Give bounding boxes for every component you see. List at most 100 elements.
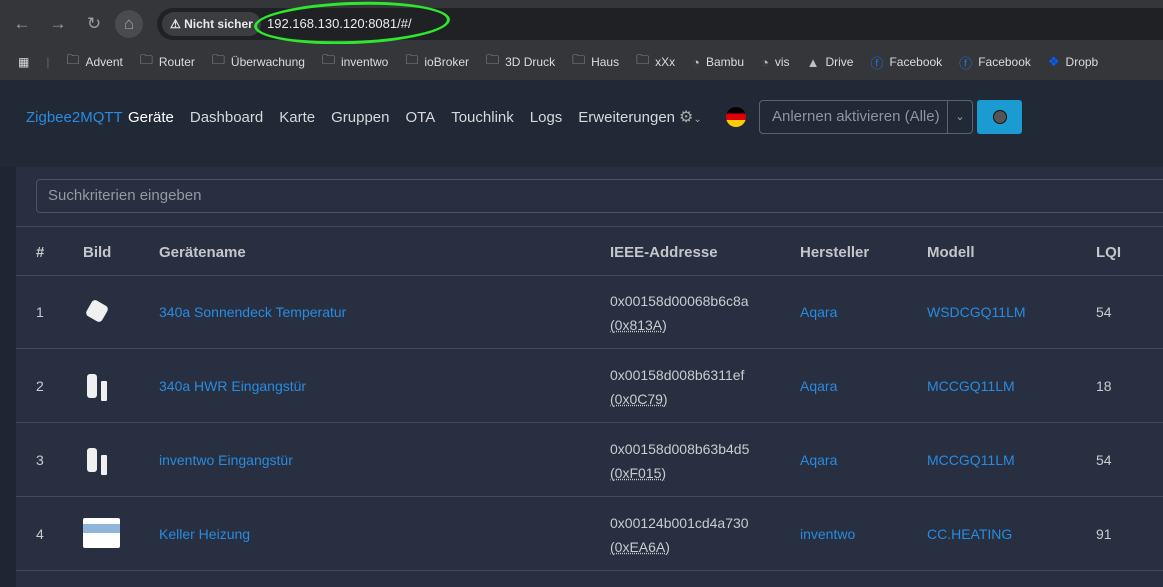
lqi-value: 54 xyxy=(1096,452,1112,468)
security-label: Nicht sicher xyxy=(184,17,253,31)
gauge-icon: ◔ xyxy=(761,54,769,70)
folder-icon: 🗀 xyxy=(66,52,80,67)
header-model[interactable]: Modell xyxy=(927,244,975,261)
bookmarks-bar: ▦ | 🗀 Advent 🗀 Router 🗀 Überwachung 🗀 inventwo 🗀… xyxy=(0,44,1163,80)
row-number: 1 xyxy=(36,304,44,320)
facebook-icon: ⓕ xyxy=(870,55,884,71)
lqi-value: 91 xyxy=(1096,526,1112,542)
network-address: (0x0C79) xyxy=(610,391,668,407)
model-link[interactable]: WSDCGQ11LM xyxy=(927,304,1026,320)
security-indicator[interactable]: ⚠ Nicht sicher xyxy=(162,12,261,36)
ieee-address: 0x00158d00068b6c8a xyxy=(610,293,749,309)
bookmark-label: Bambu xyxy=(706,55,745,69)
nav-link-1[interactable]: Dashboard xyxy=(190,109,263,126)
bookmark-vis[interactable]: ◔ vis xyxy=(761,51,790,73)
bookmark-label: inventwo xyxy=(340,55,389,69)
divider: | xyxy=(46,55,50,69)
apps-icon[interactable]: ▦ xyxy=(18,55,29,69)
ieee-address: 0x00158d008b6311ef xyxy=(610,367,745,383)
bookmark-facebook[interactable]: ⓕ Facebook xyxy=(870,51,942,73)
folder-icon: 🗀 xyxy=(572,52,586,67)
vendor-link[interactable]: Aqara xyxy=(800,304,837,320)
bookmark-label: 3D Druck xyxy=(505,55,556,69)
device-image xyxy=(87,374,97,398)
extension-button[interactable] xyxy=(977,100,1022,134)
device-image xyxy=(84,298,110,324)
address-bar[interactable]: ⚠ Nicht sicher 192.168.130.120:8081/#/ xyxy=(157,0,1163,48)
table-row: 1 340a Sonnendeck Temperatur 0x00158d00068… xyxy=(16,275,1163,349)
bookmark-3d-druck[interactable]: 🗀 3D Druck xyxy=(486,51,555,73)
device-image xyxy=(83,518,120,548)
header-num[interactable]: # xyxy=(36,244,44,261)
back-button[interactable]: ← xyxy=(8,10,36,38)
table-row: 4 Keller Heizung 0x00124b001cd4a730 (0xEA6A… xyxy=(16,497,1163,571)
permit-join-button[interactable]: Anlernen aktivieren (Alle) ⌄ xyxy=(759,100,973,134)
dropbox-icon: ❖ xyxy=(1047,54,1060,69)
row-number: 2 xyxy=(36,378,44,394)
header-vendor[interactable]: Hersteller xyxy=(800,244,869,261)
device-image xyxy=(87,448,97,472)
vendor-link[interactable]: Aqara xyxy=(800,378,837,394)
header-image[interactable]: Bild xyxy=(83,244,111,261)
bookmark-label: Advent xyxy=(85,55,123,69)
bookmark-label: vis xyxy=(774,55,790,69)
search-input[interactable]: Suchkriterien eingeben xyxy=(36,179,1163,213)
device-name-link[interactable]: 340a Sonnendeck Temperatur xyxy=(159,304,346,320)
nav-link-0[interactable]: Geräte xyxy=(128,109,174,126)
model-link[interactable]: MCCGQ11LM xyxy=(927,378,1015,394)
annotation-circle xyxy=(253,0,451,48)
header-name[interactable]: Gerätename xyxy=(159,244,246,261)
model-link[interactable]: MCCGQ11LM xyxy=(927,452,1015,468)
header-ieee[interactable]: IEEE-Addresse xyxy=(610,244,718,261)
home-button[interactable]: ⌂ xyxy=(115,10,143,38)
bookmark-label: Facebook xyxy=(978,55,1031,69)
nav-link-4[interactable]: OTA xyxy=(405,109,435,126)
nav-link-7[interactable]: Erweiterungen xyxy=(578,109,675,126)
browser-toolbar: ← → ↻ ⌂ ⚠ Nicht sicher 192.168.130.120:8… xyxy=(0,0,1163,48)
chevron-down-icon[interactable]: ⌄ xyxy=(947,101,972,133)
bookmark-iobroker[interactable]: 🗀 ioBroker xyxy=(405,51,469,73)
vendor-link[interactable]: inventwo xyxy=(800,526,855,542)
brand-link[interactable]: Zigbee2MQTT xyxy=(26,109,123,126)
device-name-link[interactable]: inventwo Eingangstür xyxy=(159,452,293,468)
bookmark-label: Überwachung xyxy=(230,55,305,69)
folder-icon: 🗀 xyxy=(636,52,650,67)
network-address: (0xF015) xyxy=(610,465,667,481)
nav-link-6[interactable]: Logs xyxy=(530,109,563,126)
device-name-link[interactable]: Keller Heizung xyxy=(159,526,250,542)
facebook-icon: ⓕ xyxy=(959,55,973,71)
device-name-link[interactable]: 340a HWR Eingangstür xyxy=(159,378,306,394)
nav-link-5[interactable]: Touchlink xyxy=(451,109,514,126)
bookmark-dropb[interactable]: ❖ Dropb xyxy=(1048,51,1098,73)
bookmark-bambu[interactable]: ◔ Bambu xyxy=(692,51,744,73)
forward-button[interactable]: → xyxy=(44,10,72,38)
bookmark-xxx[interactable]: 🗀 xXx xyxy=(636,51,675,73)
header-lqi[interactable]: LQI xyxy=(1096,244,1121,261)
language-flag-icon[interactable] xyxy=(726,107,746,127)
app-navbar: Zigbee2MQTT Geräte Dashboard Karte Gruppen O… xyxy=(0,80,1163,167)
bookmark-router[interactable]: 🗀 Router xyxy=(140,51,195,73)
vendor-link[interactable]: Aqara xyxy=(800,452,837,468)
folder-icon: 🗀 xyxy=(211,52,225,67)
ieee-address: 0x00158d008b63b4d5 xyxy=(610,441,750,457)
permit-join-label: Anlernen aktivieren (Alle) xyxy=(772,108,940,125)
reload-button[interactable]: ↻ xyxy=(80,10,108,38)
nav-link-2[interactable]: Karte xyxy=(279,109,315,126)
bookmark-haus[interactable]: 🗀 Haus xyxy=(572,51,619,73)
divider xyxy=(16,226,1163,227)
bookmark-überwachung[interactable]: 🗀 Überwachung xyxy=(212,51,305,73)
bookmark-drive[interactable]: ▲ Drive xyxy=(807,51,854,73)
bookmark-inventwo[interactable]: 🗀 inventwo xyxy=(322,51,388,73)
bookmark-advent[interactable]: 🗀 Advent xyxy=(66,51,122,73)
folder-icon: 🗀 xyxy=(405,52,419,67)
table-row: 3 inventwo Eingangstür 0x00158d008b63b4d5 (… xyxy=(16,423,1163,497)
row-number: 4 xyxy=(36,526,44,542)
gauge-icon: ◔ xyxy=(692,54,700,70)
nav-link-3[interactable]: Gruppen xyxy=(331,109,389,126)
table-row: 2 340a HWR Eingangstür 0x00158d008b6311ef (… xyxy=(16,349,1163,423)
bookmark-label: Dropb xyxy=(1065,55,1099,69)
bookmark-facebook[interactable]: ⓕ Facebook xyxy=(959,51,1031,73)
settings-gear-icon[interactable]: ⚙⌄ xyxy=(679,107,702,127)
model-link[interactable]: CC.HEATING xyxy=(927,526,1012,542)
row-number: 3 xyxy=(36,452,44,468)
